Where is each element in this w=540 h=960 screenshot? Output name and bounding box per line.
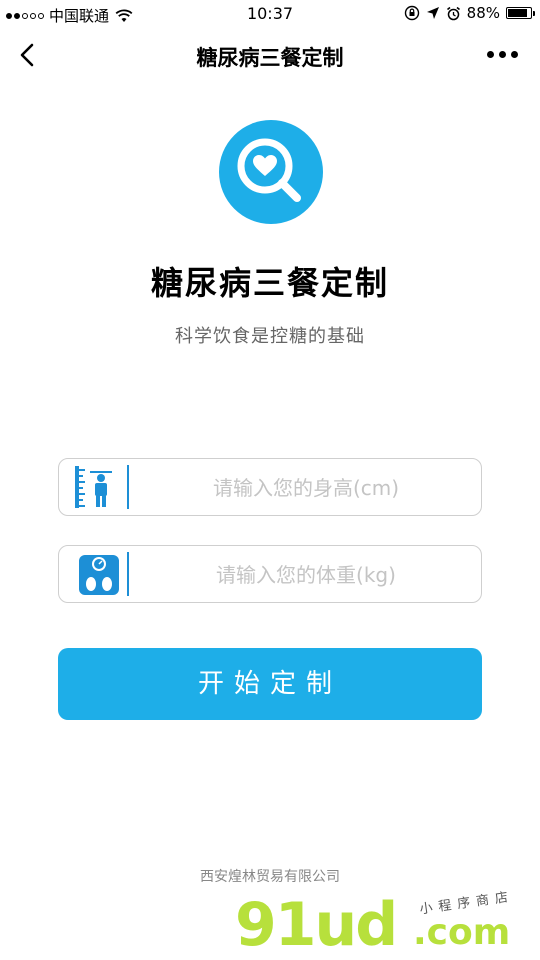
start-customize-button[interactable]: 开始定制 — [58, 648, 482, 720]
battery-icon — [506, 7, 535, 19]
page-subtitle: 科学饮食是控糖的基础 — [175, 326, 365, 347]
battery-percent: 88% — [466, 4, 500, 22]
status-right: 88% — [404, 4, 535, 22]
watermark-main: 91ud — [235, 890, 398, 960]
weight-scale-icon — [79, 555, 119, 595]
location-icon — [426, 7, 439, 19]
page-title: 糖尿病三餐定制 — [150, 264, 389, 302]
height-ruler-person-icon — [75, 466, 112, 508]
app-logo-icon — [219, 120, 323, 224]
rotation-lock-icon — [404, 5, 419, 21]
battery-level — [508, 9, 527, 17]
more-dot — [511, 51, 518, 58]
field-divider — [127, 465, 129, 509]
weight-field[interactable] — [58, 545, 482, 603]
status-bar: 中国联通 10:37 88% — [0, 0, 540, 28]
height-field[interactable] — [58, 458, 482, 516]
weight-input[interactable] — [139, 554, 473, 596]
watermark-logo: 91ud .com 小程序商店 — [235, 889, 540, 960]
height-input[interactable] — [139, 467, 473, 509]
more-dot — [487, 51, 494, 58]
company-name: 西安煌林贸易有限公司 — [200, 869, 340, 885]
field-divider — [127, 552, 129, 596]
more-dot — [499, 51, 506, 58]
more-menu-button[interactable] — [487, 51, 518, 58]
alarm-icon — [446, 6, 460, 20]
nav-title: 糖尿病三餐定制 — [196, 46, 344, 70]
nav-bar: 糖尿病三餐定制 — [0, 28, 540, 82]
